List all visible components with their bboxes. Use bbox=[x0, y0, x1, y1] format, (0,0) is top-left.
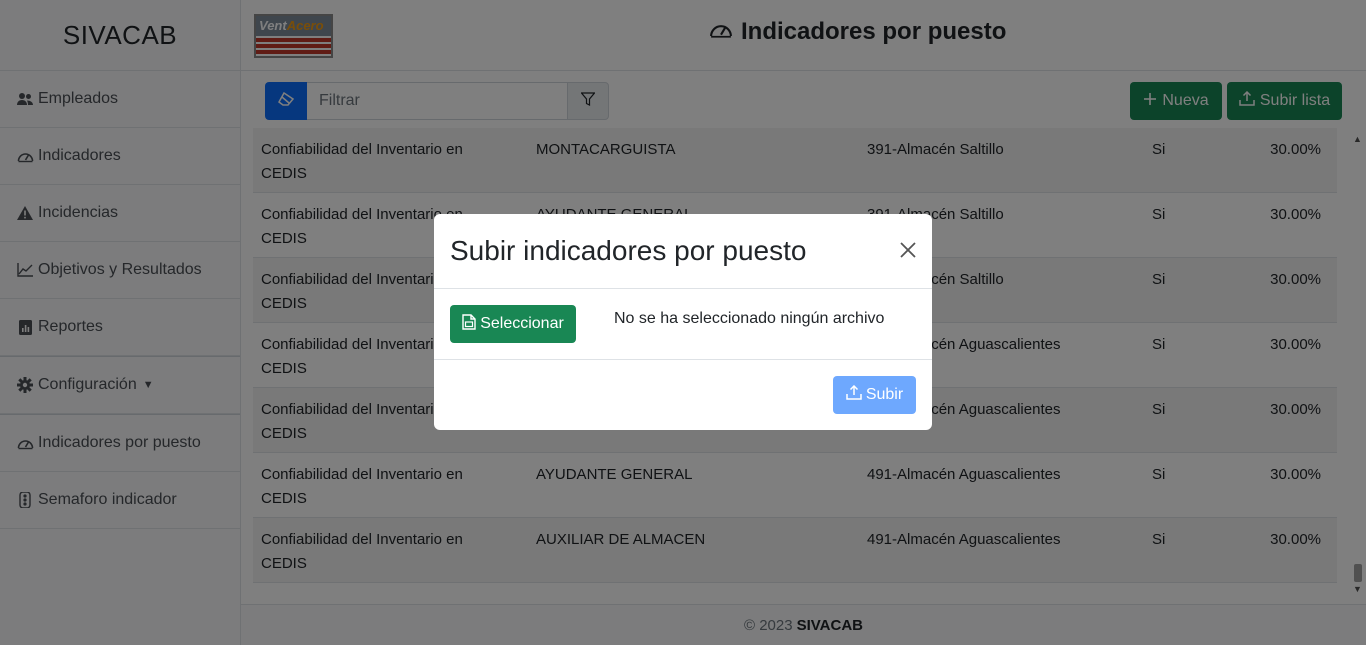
upload-icon bbox=[846, 384, 862, 405]
modal-title: Subir indicadores por puesto bbox=[450, 235, 807, 266]
select-file-label: Seleccionar bbox=[480, 315, 564, 332]
submit-upload-label: Subir bbox=[865, 386, 904, 403]
modal-header: Subir indicadores por puesto bbox=[434, 214, 932, 289]
file-status-text: No se ha seleccionado ningún archivo bbox=[614, 310, 885, 327]
select-file-button[interactable]: Seleccionar bbox=[450, 305, 576, 343]
modal-footer: Subir bbox=[434, 360, 932, 430]
file-icon bbox=[462, 313, 476, 335]
modal-body: Seleccionar No se ha seleccionado ningún… bbox=[434, 289, 932, 360]
upload-modal: Subir indicadores por puesto Seleccionar… bbox=[434, 214, 932, 430]
submit-upload-button[interactable]: Subir bbox=[833, 376, 916, 414]
close-icon[interactable] bbox=[898, 240, 918, 260]
